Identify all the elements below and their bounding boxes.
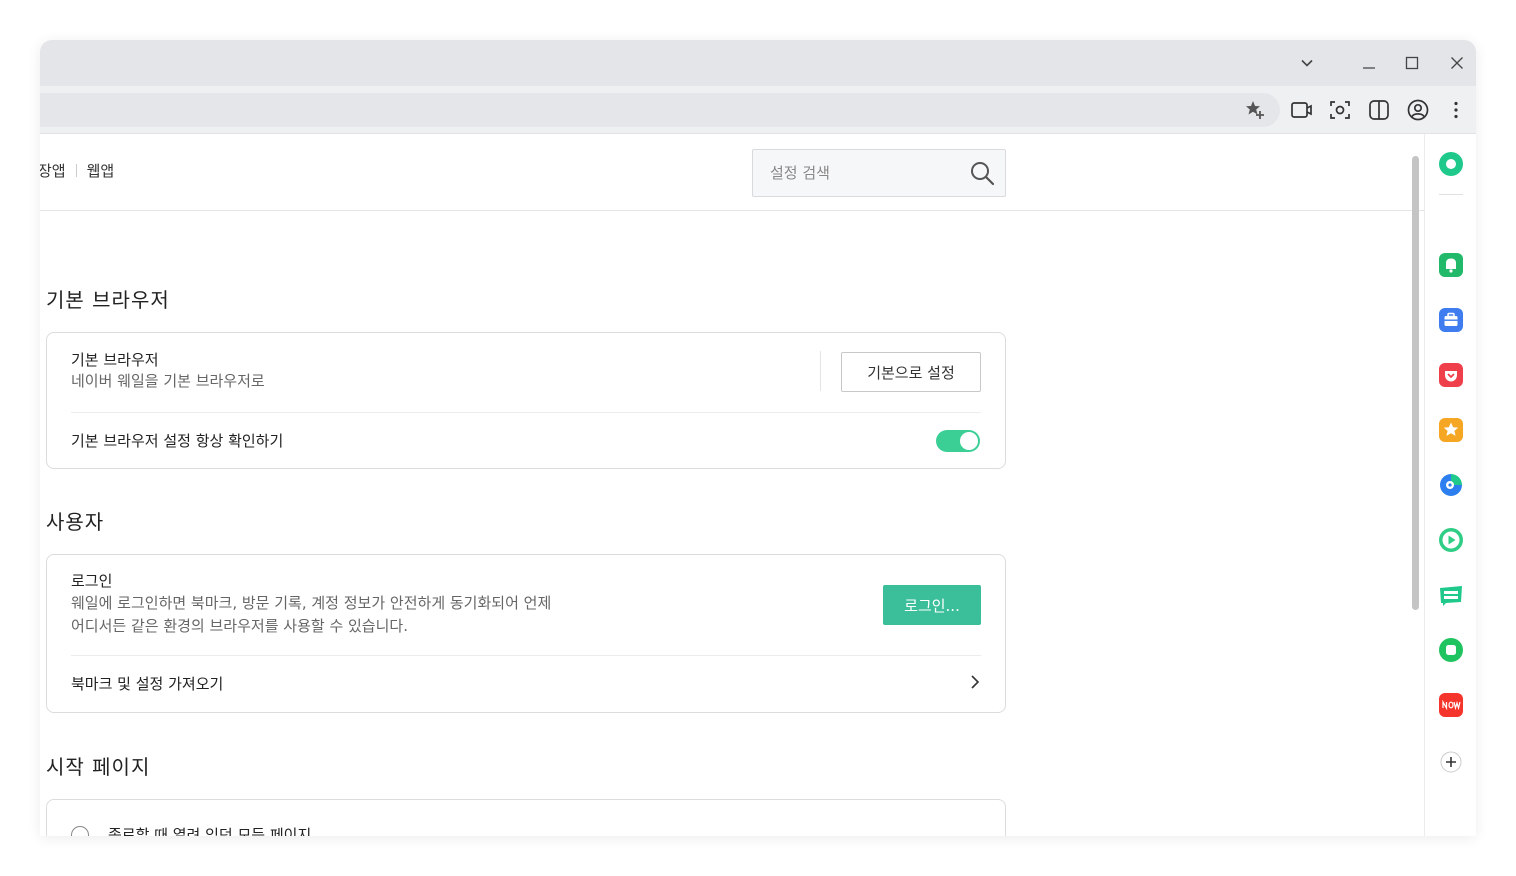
toggle-knob — [960, 432, 978, 450]
default-browser-card: 기본 브라우저 네이버 웨일을 기본 브라우저로 기본으로 설정 기본 브라우저… — [46, 332, 1006, 469]
settings-content: 장앱 웹앱 기본 브라우저 기본 브라우저 네이버 웨일을 기본 브라우저로 기… — [40, 134, 1424, 836]
close-icon[interactable] — [1442, 48, 1472, 78]
webtoon-icon[interactable] — [1438, 582, 1464, 608]
settings-search — [752, 149, 1006, 197]
more-vert-icon[interactable] — [1441, 95, 1471, 125]
always-check-label: 기본 브라우저 설정 항상 확인하기 — [71, 432, 284, 450]
green-app-icon[interactable] — [1438, 637, 1464, 663]
account-icon[interactable] — [1403, 95, 1433, 125]
scrollbar-thumb[interactable] — [1412, 156, 1419, 610]
login-description-line2: 어디서든 같은 환경의 브라우저를 사용할 수 있습니다. — [71, 617, 408, 635]
login-button[interactable]: 로그인... — [883, 585, 981, 625]
title-bar — [40, 40, 1476, 86]
import-bookmarks-label[interactable]: 북마크 및 설정 가져오기 — [71, 673, 223, 694]
bookmark-star-icon[interactable] — [1241, 95, 1271, 125]
favorites-icon[interactable] — [1438, 417, 1464, 443]
startup-option-radio[interactable] — [71, 826, 89, 836]
default-browser-row-title: 기본 브라우저 — [71, 351, 159, 369]
search-input[interactable] — [753, 150, 953, 196]
maximize-icon[interactable] — [1397, 48, 1427, 78]
address-bar[interactable] — [40, 93, 1280, 127]
default-browser-row-subtitle: 네이버 웨일을 기본 브라우저로 — [71, 372, 265, 390]
startup-option-label[interactable]: 종료할 때 열려 있던 모든 페이지 — [108, 824, 311, 836]
login-description-line1: 웨일에 로그인하면 북마크, 방문 기록, 계정 정보가 안전하게 동기화되어 … — [71, 594, 552, 612]
whale-home-icon[interactable] — [1438, 151, 1464, 177]
breadcrumb-item[interactable]: 웹앱 — [87, 160, 115, 181]
pocket-icon[interactable] — [1438, 362, 1464, 388]
login-title: 로그인 — [71, 572, 113, 590]
settings-header: 장앱 웹앱 — [40, 134, 1424, 211]
toolbar — [40, 86, 1476, 134]
breadcrumb-separator — [75, 164, 77, 177]
vertical-divider — [820, 351, 821, 391]
row-divider — [71, 655, 981, 656]
sidebar-separator — [1439, 194, 1463, 195]
breadcrumb: 장앱 웹앱 — [40, 160, 114, 181]
section-title-user: 사용자 — [46, 510, 105, 534]
split-view-icon[interactable] — [1364, 95, 1394, 125]
startup-card: 종료할 때 열려 있던 모든 페이지 새 탭 — [46, 799, 1006, 836]
screen-capture-icon[interactable] — [1325, 95, 1355, 125]
row-divider — [71, 412, 981, 413]
section-title-startup: 시작 페이지 — [46, 755, 151, 779]
sidebar — [1424, 134, 1476, 836]
chevron-down-icon[interactable] — [1292, 48, 1322, 78]
breadcrumb-item[interactable]: 장앱 — [40, 160, 66, 181]
user-card: 로그인 웨일에 로그인하면 북마크, 방문 기록, 계정 정보가 안전하게 동기… — [46, 554, 1006, 713]
chevron-right-icon[interactable] — [968, 674, 982, 690]
set-default-button[interactable]: 기본으로 설정 — [841, 352, 981, 392]
minimize-icon[interactable] — [1354, 48, 1384, 78]
picture-in-picture-icon[interactable] — [1286, 95, 1316, 125]
section-title-default-browser: 기본 브라우저 — [46, 288, 170, 312]
work-icon[interactable] — [1438, 307, 1464, 333]
browser-window: 장앱 웹앱 기본 브라우저 기본 브라우저 네이버 웨일을 기본 브라우저로 기… — [40, 40, 1476, 836]
translate-icon[interactable] — [1438, 472, 1464, 498]
search-icon[interactable] — [969, 160, 995, 186]
always-check-toggle[interactable] — [936, 430, 980, 452]
notification-icon[interactable] — [1438, 252, 1464, 278]
add-icon[interactable] — [1438, 749, 1464, 775]
now-icon[interactable] — [1438, 692, 1464, 718]
music-player-icon[interactable] — [1438, 527, 1464, 553]
